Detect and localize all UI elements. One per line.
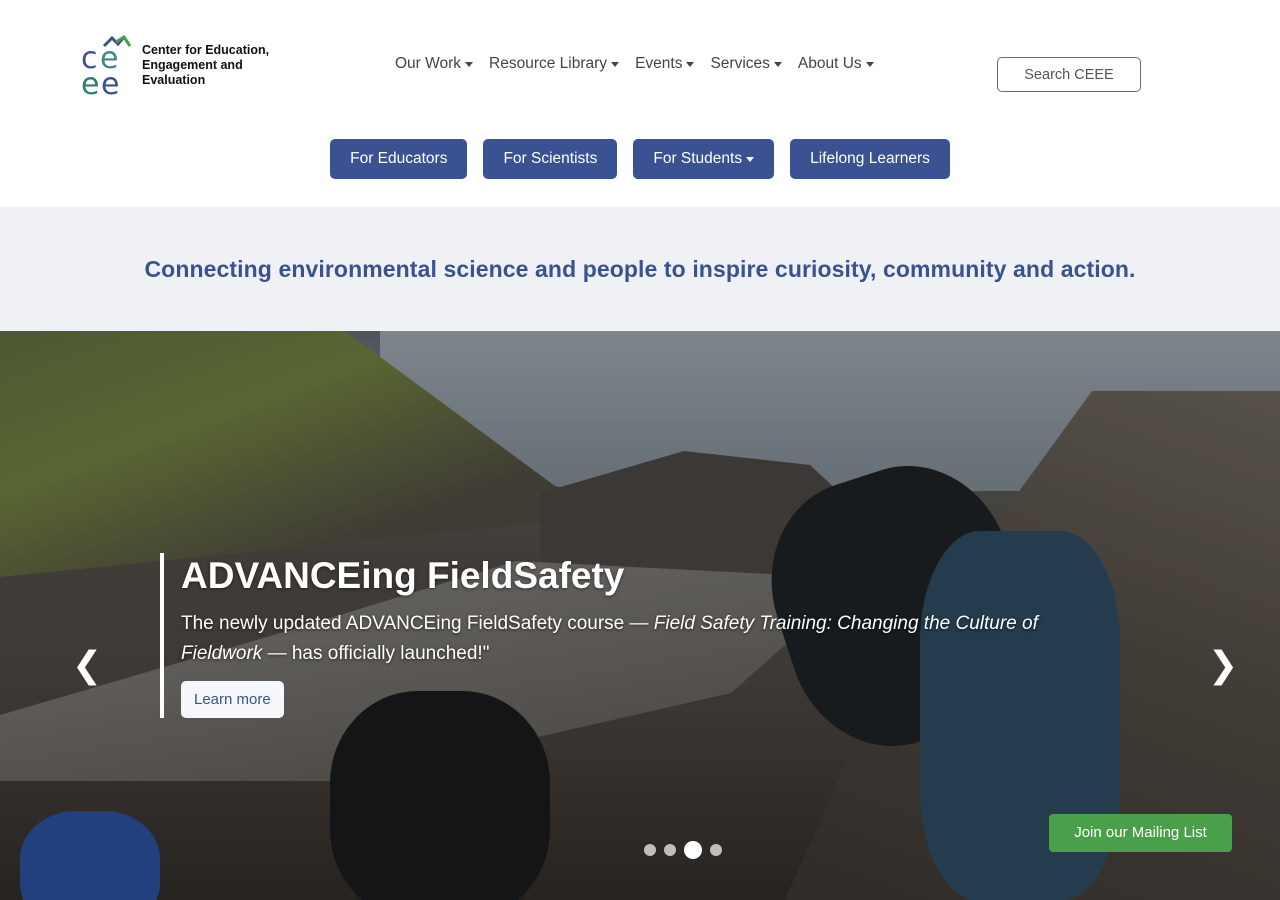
- ceee-logo-mark-icon: c e e e: [81, 34, 132, 98]
- logo-line-1: Center for Education,: [142, 43, 270, 57]
- for-educators-button[interactable]: For Educators: [330, 139, 468, 179]
- for-scientists-button[interactable]: For Scientists: [483, 139, 618, 179]
- hero-carousel: ADVANCEing FieldSafety The newly updated…: [0, 331, 1280, 900]
- carousel-indicator-dot[interactable]: [644, 844, 656, 856]
- slide-description-part-1: The newly updated ADVANCEing FieldSafety…: [181, 613, 654, 634]
- caret-down-icon: [773, 62, 782, 67]
- caret-down-icon: [611, 62, 620, 67]
- tagline-band: Connecting environmental science and peo…: [0, 207, 1280, 331]
- svg-text:e: e: [81, 67, 99, 98]
- logo-line-3: Evaluation: [142, 73, 206, 87]
- carousel-indicator-dot[interactable]: [684, 841, 702, 859]
- nav-label: Our Work: [395, 55, 462, 72]
- slide-description-part-2: — has officially launched!": [262, 643, 490, 664]
- logo-line-2: Engagement and: [142, 58, 243, 72]
- nav-label: About Us: [797, 55, 862, 72]
- caret-down-icon: [686, 62, 695, 67]
- slide-description: The newly updated ADVANCEing FieldSafety…: [181, 609, 1081, 669]
- carousel-next-icon[interactable]: ❯: [1208, 647, 1238, 683]
- caret-down-icon: [465, 62, 474, 67]
- nav-about-us[interactable]: About Us: [798, 55, 874, 73]
- main-nav: Our Work Resource Library Events Service…: [395, 55, 890, 73]
- caret-down-icon: [865, 62, 874, 67]
- join-mailing-list-button[interactable]: Join our Mailing List: [1049, 814, 1232, 852]
- nav-label: Events: [635, 55, 683, 72]
- site-header: c e e e Center for Education, Engagement…: [0, 0, 1280, 207]
- search-button[interactable]: Search CEEE: [997, 57, 1141, 92]
- carousel-indicators: [644, 841, 730, 859]
- button-label: For Students: [653, 150, 743, 167]
- ceee-logo[interactable]: c e e e Center for Education, Engagement…: [80, 34, 280, 98]
- nav-label: Services: [710, 55, 770, 72]
- caret-down-icon: [746, 157, 755, 162]
- nav-events[interactable]: Events: [635, 55, 695, 73]
- carousel-indicator-dot[interactable]: [664, 844, 676, 856]
- svg-text:e: e: [101, 67, 119, 98]
- slide-caption: ADVANCEing FieldSafety The newly updated…: [160, 553, 1101, 718]
- audience-nav: For Educators For Scientists For Student…: [0, 139, 1280, 179]
- carousel-prev-icon[interactable]: ❮: [72, 647, 102, 683]
- carousel-indicator-dot[interactable]: [710, 844, 722, 856]
- nav-label: Resource Library: [489, 55, 608, 72]
- lifelong-learners-button[interactable]: Lifelong Learners: [790, 139, 950, 179]
- logo-wordmark: Center for Education, Engagement and Eva…: [142, 43, 282, 88]
- nav-services[interactable]: Services: [710, 55, 782, 73]
- nav-our-work[interactable]: Our Work: [395, 55, 474, 73]
- learn-more-button[interactable]: Learn more: [181, 681, 284, 718]
- nav-resource-library[interactable]: Resource Library: [489, 55, 620, 73]
- for-students-button[interactable]: For Students: [633, 139, 775, 179]
- tagline: Connecting environmental science and peo…: [144, 256, 1136, 282]
- slide-title: ADVANCEing FieldSafety: [181, 555, 625, 596]
